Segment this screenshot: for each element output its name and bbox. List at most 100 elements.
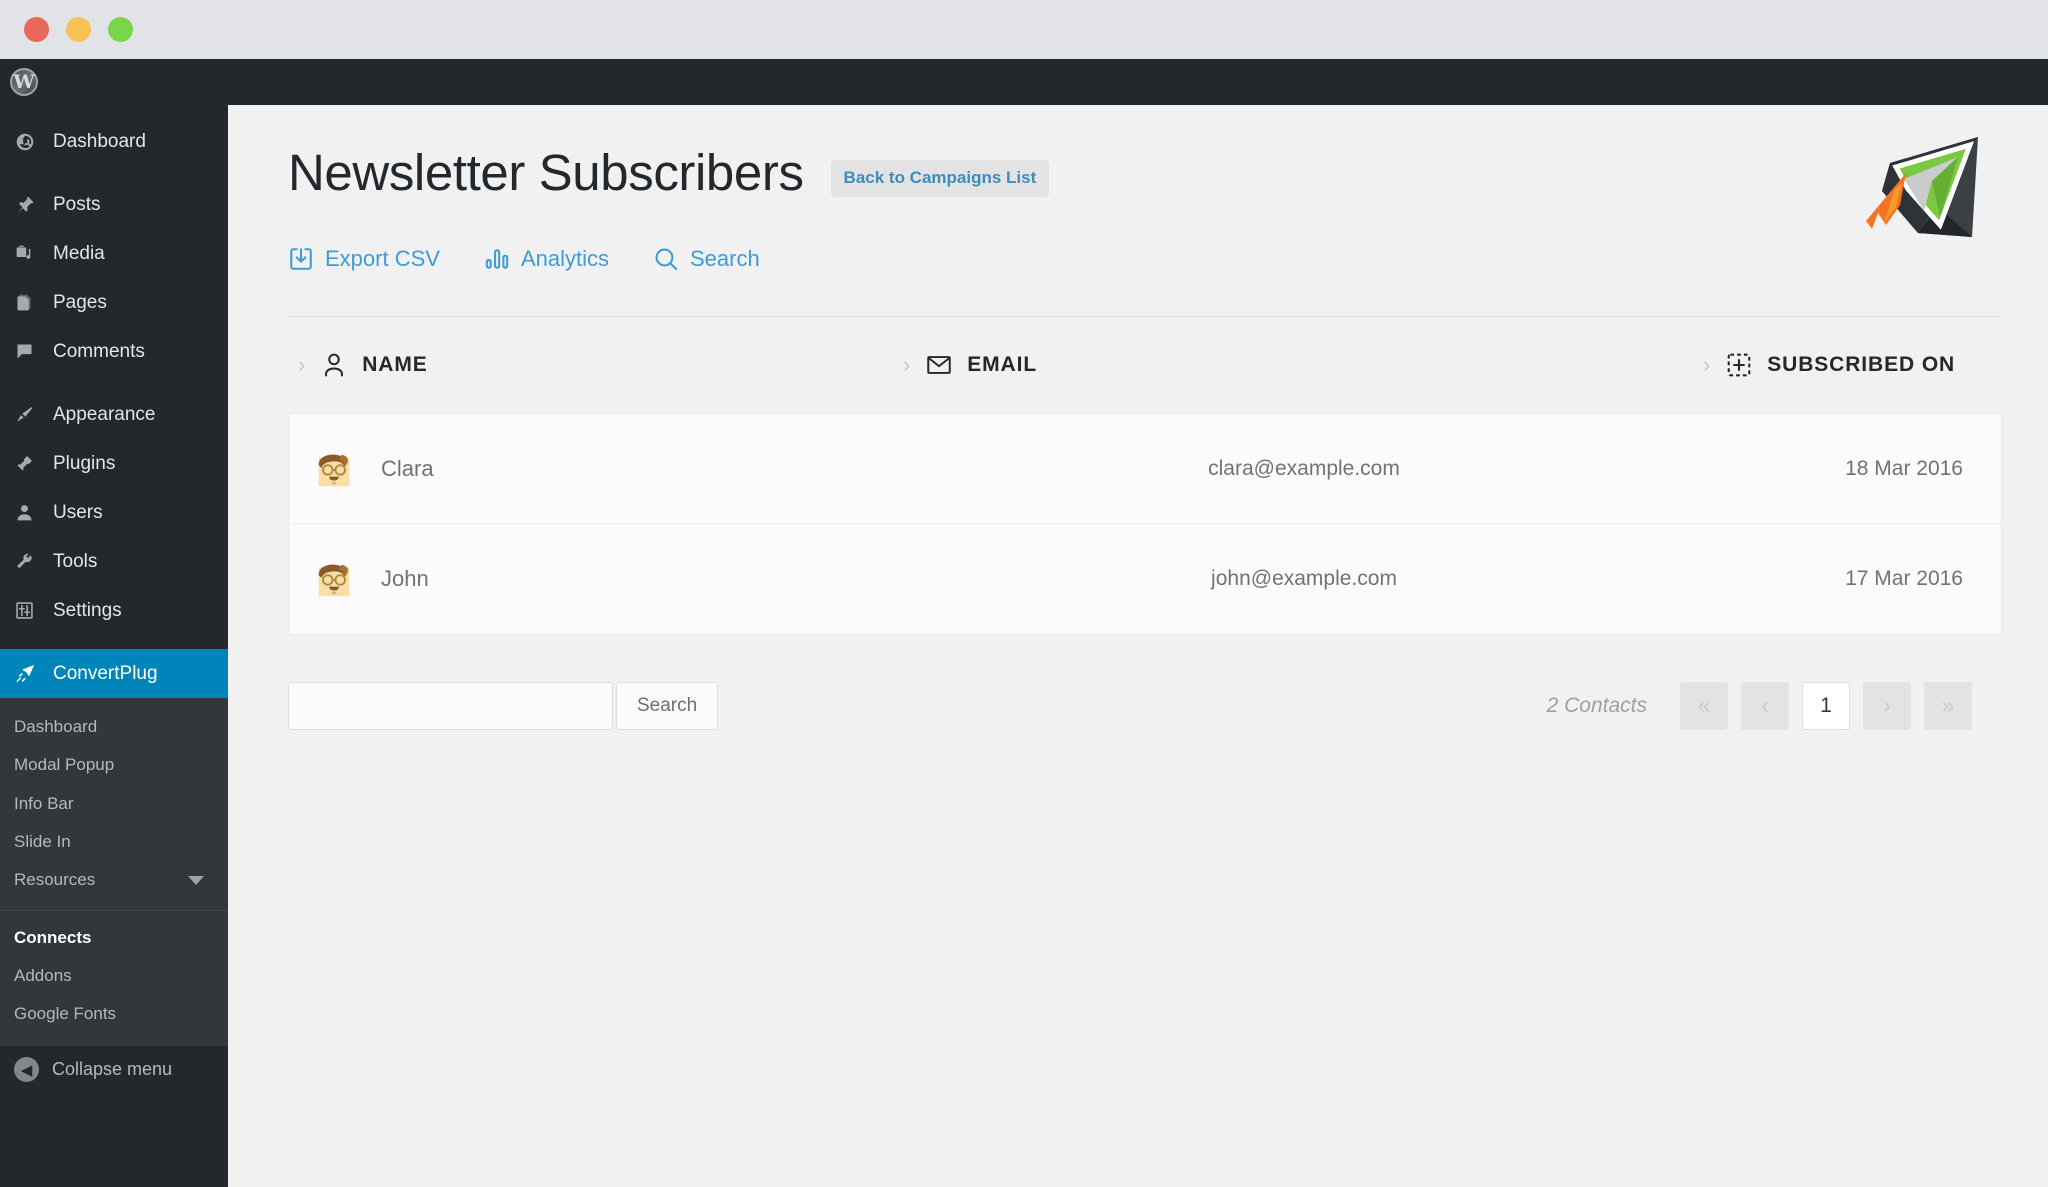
search-button[interactable]: Search [616,682,719,730]
table-row[interactable]: John john@example.com 17 Mar 2016 [289,524,2001,634]
person-icon [320,351,348,379]
search-link[interactable]: Search [653,246,760,272]
submenu-item-modal-popup[interactable]: Modal Popup [0,746,228,784]
cell-name: John [289,556,904,602]
sidebar-item-label: ConvertPlug [53,662,158,684]
sidebar-item-label: Plugins [53,452,116,474]
submenu-item-dashboard[interactable]: Dashboard [0,708,228,746]
sidebar-item-appearance[interactable]: Appearance [0,390,228,439]
plug-icon [14,452,44,476]
page-shell: Dashboard Posts Media Pages Comments App… [0,105,2048,1187]
collapse-left-icon: ◀ [14,1057,39,1083]
table-body: Clara clara@example.com 18 Mar 2016 John… [288,413,2002,635]
sidebar-item-label: Posts [53,193,101,215]
analytics-link[interactable]: Analytics [484,246,609,272]
collapse-menu-button[interactable]: ◀ Collapse menu [0,1045,228,1094]
user-icon [14,501,44,525]
submenu-item-label: Dashboard [14,717,98,736]
brush-icon [14,403,44,427]
sidebar-item-media[interactable]: Media [0,229,228,278]
traffic-lights [24,17,133,42]
sidebar-item-tools[interactable]: Tools [0,537,228,586]
cell-subscribed-on: 18 Mar 2016 [1845,456,1963,480]
bar-chart-icon [484,246,510,272]
minimize-window-button[interactable] [66,17,91,42]
sidebar-item-label: Pages [53,291,107,313]
main-content: Newsletter Subscribers Back to Campaigns… [228,105,2048,1187]
sidebar-item-convertplug[interactable]: ConvertPlug [0,649,228,698]
cell-subscribed-on: 17 Mar 2016 [1845,567,1963,590]
search-icon [653,246,679,272]
sidebar-item-pages[interactable]: Pages [0,278,228,327]
pagination-first-button[interactable]: « [1680,682,1728,730]
sidebar-item-users[interactable]: Users [0,488,228,537]
submenu-item-google-fonts[interactable]: Google Fonts [0,995,228,1033]
chevron-down-icon [188,876,204,886]
sidebar-item-plugins[interactable]: Plugins [0,439,228,488]
envelope-icon [925,351,953,379]
submenu-item-label: Slide In [14,832,71,852]
submenu-item-label: Connects [14,927,92,947]
pagination-prev-button[interactable]: ‹ [1741,682,1789,730]
convertplug-icon [14,662,44,686]
maximize-window-button[interactable] [108,17,133,42]
cell-name: Clara [289,446,904,492]
pagination-next-button[interactable]: › [1863,682,1911,730]
search-label: Search [689,246,760,271]
column-header-label: SUBSCRIBED ON [1767,353,1956,376]
action-links: Export CSV Analytics Search [288,246,2002,272]
chevron-right-icon: › [298,352,307,377]
collapse-menu-label: Collapse menu [52,1059,173,1080]
wordpress-logo-icon[interactable]: W [10,68,38,96]
cell-email: clara@example.com [1208,456,1400,480]
analytics-label: Analytics [520,246,609,271]
sidebar-item-dashboard[interactable]: Dashboard [0,117,228,166]
submenu-item-info-bar[interactable]: Info Bar [0,785,228,823]
close-window-button[interactable] [24,17,49,42]
chevron-right-icon: › [903,352,912,377]
table-row[interactable]: Clara clara@example.com 18 Mar 2016 [289,414,2001,524]
search-group: Search [288,682,719,730]
download-icon [288,246,314,272]
export-csv-label: Export CSV [325,246,440,271]
sidebar-item-label: Users [53,501,103,523]
table-footer: Search 2 Contacts « ‹ 1 › » [288,682,2002,730]
avatar [311,446,357,492]
sidebar-item-settings[interactable]: Settings [0,586,228,635]
admin-sidebar: Dashboard Posts Media Pages Comments App… [0,105,228,1187]
cell-email: john@example.com [1211,567,1397,590]
sidebar-divider [0,376,228,390]
sidebar-item-comments[interactable]: Comments [0,327,228,376]
submenu-item-label: Resources [14,870,96,890]
search-input[interactable] [288,682,613,730]
sidebar-divider [0,635,228,649]
media-icon [14,242,44,266]
pagination-page-1[interactable]: 1 [1802,682,1850,730]
sidebar-item-label: Tools [53,550,98,572]
sidebar-item-label: Media [53,242,105,264]
cell-name-label: John [381,566,429,591]
column-header-label: EMAIL [967,353,1038,376]
window-chrome [0,0,2048,59]
sliders-icon [14,599,44,623]
convertplug-rocket-logo [1860,129,1988,252]
column-header-email[interactable]: › EMAIL [903,351,1703,379]
convertplug-submenu: Dashboard Modal Popup Info Bar Slide In … [0,698,228,1046]
submenu-item-connects[interactable]: Connects [0,919,228,957]
comment-icon [14,340,44,364]
sidebar-item-posts[interactable]: Posts [0,180,228,229]
column-header-name[interactable]: › NAME [288,351,903,379]
pagination-last-button[interactable]: » [1924,682,1972,730]
export-csv-link[interactable]: Export CSV [288,246,440,272]
column-header-subscribed-on[interactable]: › SUBSCRIBED ON [1703,351,2002,379]
contacts-count: 2 Contacts [1546,694,1647,717]
submenu-item-label: Google Fonts [14,1004,117,1024]
submenu-item-slide-in[interactable]: Slide In [0,823,228,861]
sidebar-item-label: Dashboard [53,130,146,152]
back-to-campaigns-button[interactable]: Back to Campaigns List [830,160,1050,197]
pagination: 2 Contacts « ‹ 1 › » [1547,682,2002,730]
submenu-item-addons[interactable]: Addons [0,957,228,995]
submenu-item-resources[interactable]: Resources [0,861,228,899]
dashboard-icon [14,130,44,154]
pages-icon [14,291,44,315]
